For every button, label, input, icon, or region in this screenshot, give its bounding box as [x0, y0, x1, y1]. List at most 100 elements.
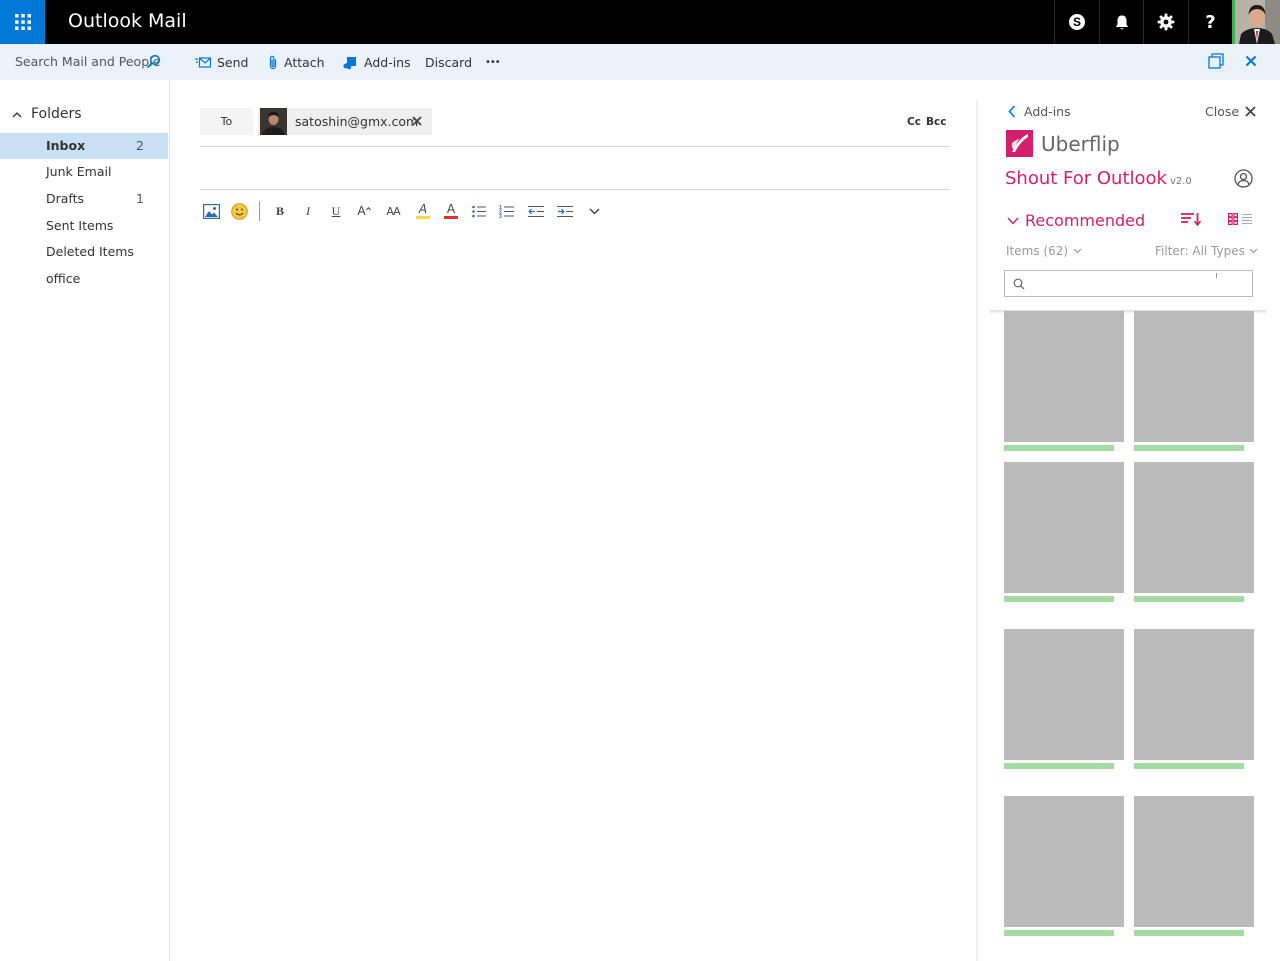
- font-color-icon: A: [446, 202, 456, 216]
- addins-label: Add-ins: [364, 54, 411, 70]
- decrease-indent-button[interactable]: [526, 201, 546, 221]
- folder-drafts[interactable]: Drafts 1: [0, 186, 168, 212]
- card-thumbnail: [1134, 629, 1254, 760]
- insert-picture-button[interactable]: [201, 201, 221, 221]
- content-card[interactable]: [1134, 629, 1254, 770]
- addin-title: Shout For Outlook v2.0: [1005, 167, 1192, 194]
- account-avatar[interactable]: [1232, 0, 1280, 44]
- folder-label: Deleted Items: [46, 244, 134, 259]
- notifications-button[interactable]: [1099, 0, 1143, 44]
- numbering-button[interactable]: 123: [498, 201, 516, 221]
- grid-view-icon[interactable]: [1228, 213, 1238, 225]
- card-thumbnail: [1134, 796, 1254, 927]
- bold-button[interactable]: B: [272, 201, 288, 221]
- folder-inbox[interactable]: Inbox 2: [0, 133, 168, 159]
- folder-label: Drafts: [46, 191, 85, 206]
- highlight-button[interactable]: A: [414, 201, 432, 221]
- skype-button[interactable]: S: [1054, 0, 1098, 44]
- more-commands-button[interactable]: •••: [485, 44, 501, 80]
- app-title[interactable]: Outlook Mail: [68, 0, 187, 43]
- decrease-indent-icon: [527, 205, 544, 217]
- search-placeholder: Search Mail and People: [15, 54, 161, 69]
- discard-label: Discard: [425, 54, 472, 70]
- card-thumbnail: [1004, 462, 1124, 593]
- close-label: Close: [1205, 104, 1240, 119]
- folders-header[interactable]: Folders: [12, 106, 82, 122]
- content-search-input[interactable]: [1004, 270, 1253, 297]
- list-view-icon[interactable]: [1242, 213, 1252, 225]
- folder-sent-items[interactable]: Sent Items: [0, 213, 168, 239]
- more-formatting-button[interactable]: [585, 201, 603, 221]
- highlight-swatch: [416, 216, 430, 219]
- type-filter-dropdown[interactable]: Filter: All Types: [1155, 244, 1258, 258]
- folder-deleted-items[interactable]: Deleted Items: [0, 239, 168, 265]
- send-button[interactable]: Send: [195, 44, 248, 80]
- content-card[interactable]: [1134, 462, 1254, 603]
- underline-icon: U: [331, 203, 341, 218]
- to-button[interactable]: To: [200, 108, 253, 135]
- ellipsis-icon: •••: [485, 56, 501, 68]
- folder-label: Sent Items: [46, 218, 114, 233]
- underline-button[interactable]: U: [328, 201, 344, 221]
- search-input[interactable]: Search Mail and People: [0, 44, 170, 80]
- subject-field[interactable]: [200, 189, 950, 190]
- message-body[interactable]: [200, 235, 950, 935]
- font-size-icon: AA: [386, 204, 400, 218]
- numbering-icon: 123: [499, 205, 514, 218]
- svg-text:3: 3: [499, 214, 502, 218]
- content-card[interactable]: [1004, 629, 1124, 770]
- close-compose-icon[interactable]: [1245, 55, 1257, 67]
- waffle-icon[interactable]: [0, 0, 45, 44]
- bcc-button[interactable]: Bcc: [926, 116, 946, 128]
- card-progress-bar: [1004, 930, 1114, 936]
- content-card[interactable]: [1004, 311, 1124, 452]
- content-card[interactable]: [1004, 462, 1124, 603]
- italic-button[interactable]: I: [300, 201, 316, 221]
- grow-font-button[interactable]: A: [355, 201, 373, 221]
- svg-text:S: S: [1072, 15, 1080, 29]
- increase-indent-button[interactable]: [555, 201, 575, 221]
- card-thumbnail: [1004, 629, 1124, 760]
- card-progress-bar: [1134, 596, 1244, 602]
- addins-button[interactable]: Add-ins: [343, 44, 411, 80]
- card-thumbnail: [1134, 462, 1254, 593]
- font-color-button[interactable]: A: [442, 201, 460, 221]
- search-icon[interactable]: [146, 54, 161, 69]
- folder-label: Inbox: [46, 138, 86, 153]
- popout-icon[interactable]: [1208, 53, 1224, 69]
- close-icon: [1245, 106, 1256, 117]
- discard-button[interactable]: Discard: [425, 44, 472, 80]
- card-progress-bar: [1134, 763, 1244, 769]
- content-card[interactable]: [1134, 311, 1254, 452]
- cc-button[interactable]: Cc: [907, 116, 921, 128]
- close-pane-button[interactable]: Close: [1205, 104, 1256, 119]
- font-color-swatch: [444, 216, 458, 219]
- attach-button[interactable]: Attach: [268, 44, 325, 80]
- paperclip-icon: [269, 55, 277, 69]
- chevron-down-icon: [589, 208, 599, 214]
- user-account-icon[interactable]: [1234, 169, 1253, 188]
- back-to-addins-button[interactable]: Add-ins: [1008, 104, 1071, 119]
- recipient-avatar: [260, 108, 287, 135]
- recommended-section-toggle[interactable]: Recommended: [1007, 209, 1145, 233]
- content-card[interactable]: [1134, 796, 1254, 937]
- gear-icon: [1157, 13, 1174, 31]
- increase-indent-icon: [556, 205, 573, 217]
- emoji-button[interactable]: [229, 201, 249, 221]
- recipient-chip[interactable]: satoshin@gmx.com: [258, 108, 432, 135]
- italic-icon: I: [306, 203, 310, 218]
- content-card[interactable]: [1004, 796, 1124, 937]
- items-count-dropdown[interactable]: Items (62): [1006, 244, 1082, 258]
- sort-icon[interactable]: [1181, 212, 1201, 226]
- settings-button[interactable]: [1143, 0, 1187, 44]
- emoji-icon: [230, 202, 248, 220]
- attach-label: Attach: [284, 54, 325, 70]
- folder-office[interactable]: office: [0, 266, 168, 292]
- font-size-button[interactable]: AA: [383, 201, 403, 221]
- bullets-button[interactable]: [470, 201, 488, 221]
- folder-label: Junk Email: [46, 164, 112, 179]
- remove-recipient-icon[interactable]: [412, 116, 422, 126]
- help-button[interactable]: ?: [1188, 0, 1232, 44]
- brand-name: Uberflip: [1041, 132, 1120, 156]
- folder-junk-email[interactable]: Junk Email: [0, 159, 168, 185]
